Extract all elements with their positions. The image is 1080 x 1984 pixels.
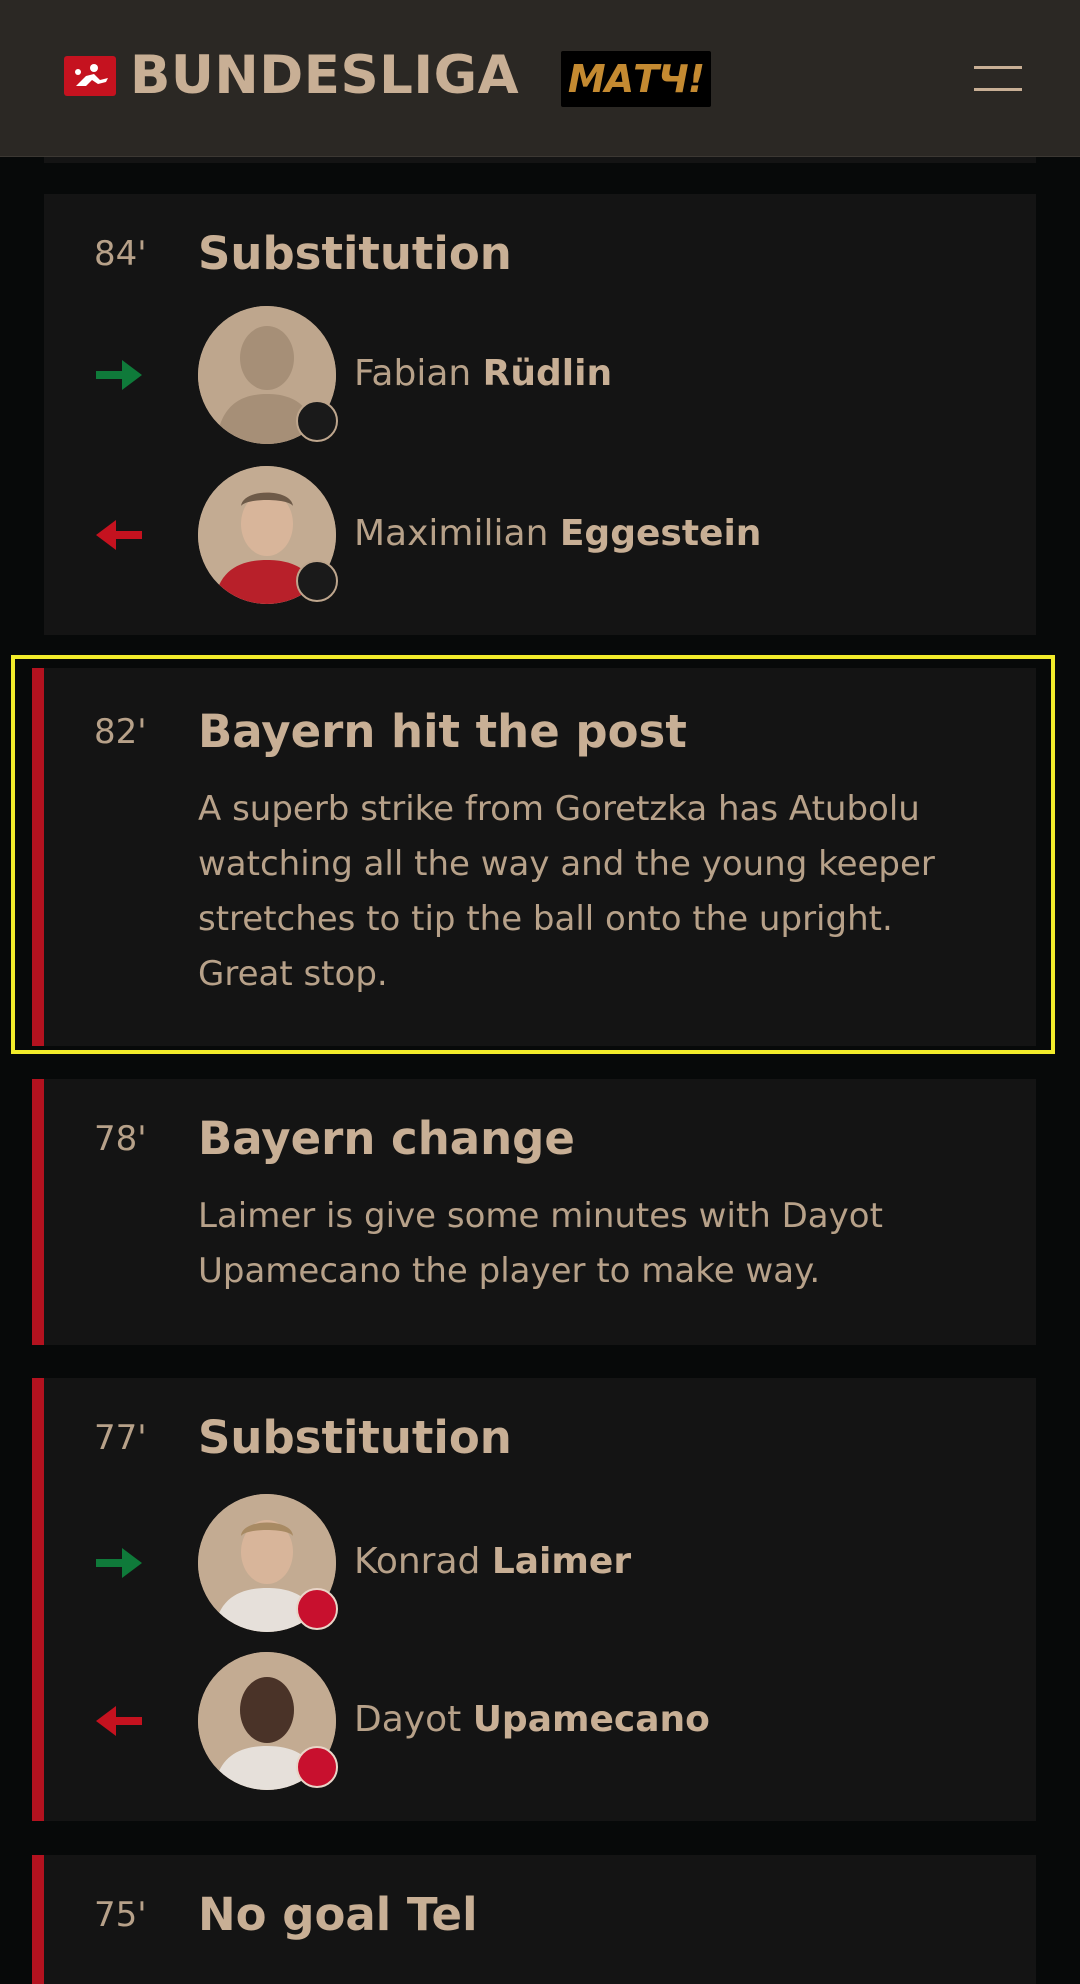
event-card-commentary: 75' No goal Tel	[32, 1855, 1036, 1984]
event-card-substitution: 77' Substitution Konrad Laimer Dayot Upa…	[32, 1378, 1036, 1821]
event-card-substitution: 84' Substitution Fabian Rüdlin Maximilia…	[44, 194, 1036, 635]
club-badge-icon	[296, 560, 338, 602]
event-minute: 75'	[94, 1895, 147, 1935]
event-minute: 84'	[94, 234, 147, 274]
event-title: No goal Tel	[198, 1888, 478, 1941]
player-out-row: Maximilian Eggestein	[44, 466, 1036, 606]
event-minute: 78'	[94, 1119, 147, 1159]
player-name[interactable]: Konrad Laimer	[354, 1540, 631, 1584]
menu-button[interactable]	[970, 60, 1026, 100]
previous-card-edge	[44, 157, 1036, 163]
event-card-commentary: 78' Bayern change Laimer is give some mi…	[32, 1079, 1036, 1345]
player-in-row: Fabian Rüdlin	[44, 306, 1036, 446]
club-badge-icon	[296, 1588, 338, 1630]
app-header: BUNDESLIGA МАТЧ!	[0, 0, 1080, 157]
event-minute: 77'	[94, 1418, 147, 1458]
event-title: Bayern hit the post	[198, 705, 687, 758]
club-badge-icon	[296, 400, 338, 442]
event-description: Laimer is give some minutes with Dayot U…	[198, 1196, 883, 1291]
player-name[interactable]: Maximilian Eggestein	[354, 512, 761, 556]
menu-icon	[974, 66, 1022, 69]
player-name[interactable]: Dayot Upamecano	[354, 1698, 710, 1742]
brand-title[interactable]: BUNDESLIGA	[130, 46, 519, 106]
event-card-commentary: 82' Bayern hit the post A superb strike …	[32, 668, 1036, 1046]
bundesliga-logo-icon[interactable]	[64, 56, 116, 96]
player-name[interactable]: Fabian Rüdlin	[354, 352, 612, 396]
event-minute: 82'	[94, 712, 147, 752]
event-title: Substitution	[198, 227, 512, 280]
event-title: Substitution	[198, 1411, 512, 1464]
arrow-in-icon	[96, 360, 142, 390]
arrow-out-icon	[96, 1706, 142, 1736]
event-description: A superb strike from Goretzka has Atubol…	[198, 789, 935, 994]
player-in-row: Konrad Laimer	[44, 1494, 1036, 1634]
player-out-row: Dayot Upamecano	[44, 1652, 1036, 1792]
club-badge-icon	[296, 1746, 338, 1788]
arrow-out-icon	[96, 520, 142, 550]
arrow-in-icon	[96, 1548, 142, 1578]
partner-logo: МАТЧ!	[561, 51, 711, 107]
event-title: Bayern change	[198, 1112, 575, 1165]
